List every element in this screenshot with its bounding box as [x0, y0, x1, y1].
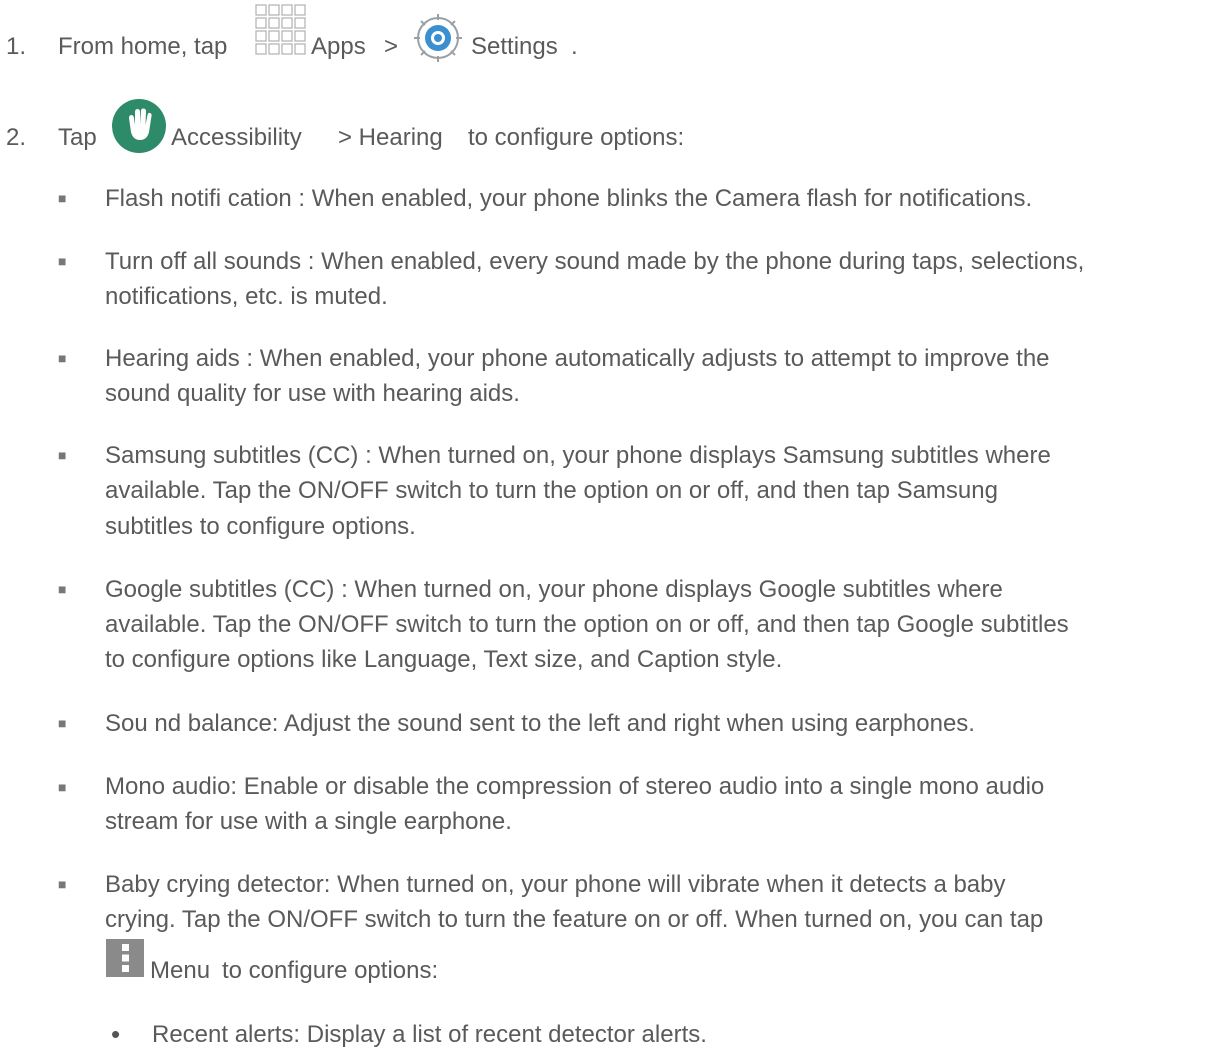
bullet: ■ [58, 581, 67, 597]
item-text: Sou nd balance: Adjust the sound sent to… [105, 710, 975, 737]
item-text: subtitles to configure options. [105, 513, 416, 540]
item-text: Google subtitles (CC) : When turned on, … [105, 576, 1003, 603]
apps-label: Apps [311, 33, 366, 60]
bullet: ■ [58, 447, 67, 463]
item-text: Samsung subtitles (CC) : When turned on,… [105, 442, 1051, 469]
bullet: ■ [58, 190, 67, 206]
hearing-label: > Hearing [338, 124, 443, 151]
item-text: available. Tap the ON/OFF switch to turn… [105, 477, 998, 504]
apps-grid-icon [255, 4, 306, 55]
bullet: ■ [58, 779, 67, 795]
accessibility-label: Accessibility [171, 124, 302, 151]
item-text: to configure options like Language, Text… [105, 646, 783, 673]
separator: > [384, 33, 399, 60]
step-number: 1. [6, 33, 27, 60]
settings-label: Settings [471, 33, 558, 60]
item-text: Flash notifi cation : When enabled, your… [105, 185, 1033, 212]
step-text: From home, tap [58, 33, 228, 60]
item-text: Baby crying detector: When turned on, yo… [105, 871, 1006, 898]
step-number: 2. [6, 124, 27, 151]
item-text: available. Tap the ON/OFF switch to turn… [105, 611, 1069, 638]
item-text: crying. Tap the ON/OFF switch to turn th… [105, 906, 1044, 933]
menu-more-icon [106, 939, 144, 977]
item-text: Turn off all sounds : When enabled, ever… [105, 248, 1085, 275]
bullet: ■ [58, 876, 67, 892]
item-text: Hearing aids : When enabled, your phone … [105, 345, 1050, 372]
item-text: to configure options: [222, 957, 439, 984]
item-text: Mono audio: Enable or disable the compre… [105, 773, 1045, 800]
settings-gear-icon [414, 14, 462, 62]
sub-bullet: • [111, 1019, 121, 1049]
menu-label: Menu [150, 957, 211, 984]
bullet: ■ [58, 715, 67, 731]
bullet: ■ [58, 253, 67, 269]
bullet: ■ [58, 350, 67, 366]
item-text: stream for use with a single earphone. [105, 808, 512, 835]
step-text-end: to configure options: [468, 124, 685, 151]
step-text: Tap [58, 124, 97, 151]
period: . [571, 33, 578, 60]
item-text: sound quality for use with hearing aids. [105, 380, 520, 407]
sub-item-text: Recent alerts: Display a list of recent … [152, 1021, 707, 1048]
accessibility-hand-icon [112, 99, 166, 153]
item-text: notifications, etc. is muted. [105, 283, 388, 310]
